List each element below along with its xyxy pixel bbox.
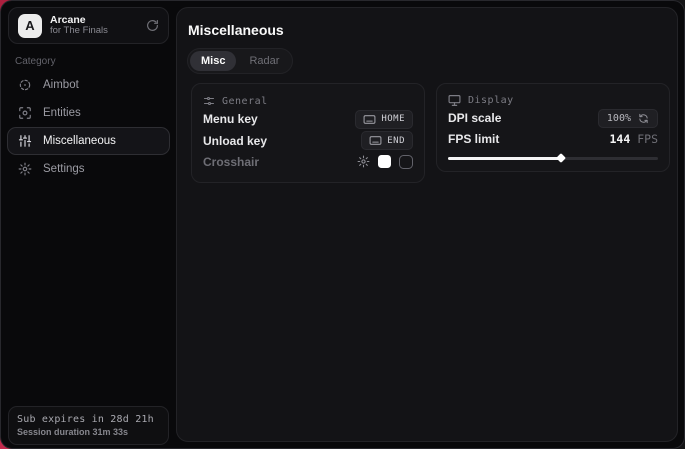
brand-logo: A bbox=[18, 14, 42, 38]
fps-limit-label: FPS limit bbox=[448, 132, 499, 146]
brand-subtitle: for The Finals bbox=[50, 26, 138, 37]
cycle-icon bbox=[638, 113, 649, 124]
unload-key-label: Unload key bbox=[203, 134, 267, 148]
unload-key-row: Unload key END bbox=[203, 130, 413, 150]
sidebar-item-aimbot[interactable]: Aimbot bbox=[7, 71, 170, 99]
general-card: General Menu key HOME Unload key bbox=[191, 83, 425, 183]
sliders-icon bbox=[18, 134, 32, 148]
tab-misc[interactable]: Misc bbox=[190, 51, 236, 71]
sidebar-item-settings[interactable]: Settings bbox=[7, 155, 170, 183]
dpi-scale-row: DPI scale 100% bbox=[448, 109, 658, 128]
fps-limit-row: FPS limit 144 FPS bbox=[448, 129, 658, 148]
entity-scan-icon bbox=[18, 106, 32, 120]
sidebar-item-miscellaneous[interactable]: Miscellaneous bbox=[7, 127, 170, 155]
keyboard-icon bbox=[369, 135, 382, 146]
display-card: Display DPI scale 100% bbox=[436, 83, 670, 172]
unload-key-bind-button[interactable]: END bbox=[361, 131, 413, 150]
sidebar-item-label: Settings bbox=[43, 163, 85, 175]
menu-key-row: Menu key HOME bbox=[203, 109, 413, 129]
main-panel: Miscellaneous Misc Radar General Menu ke… bbox=[176, 7, 678, 442]
category-label: Category bbox=[15, 56, 56, 67]
app-stage: A Arcane for The Finals Category Aimbot bbox=[0, 0, 685, 449]
fps-limit-value: 144 FPS bbox=[610, 132, 659, 146]
app-window: A Arcane for The Finals Category Aimbot bbox=[0, 0, 685, 449]
tab-radar[interactable]: Radar bbox=[238, 51, 290, 71]
fps-limit-slider[interactable] bbox=[448, 153, 658, 161]
sliders-horizontal-icon bbox=[203, 95, 215, 107]
page-title: Miscellaneous bbox=[188, 22, 284, 38]
tab-bar: Misc Radar bbox=[187, 48, 293, 74]
crosshair-label: Crosshair bbox=[203, 155, 259, 169]
crosshair-row: Crosshair bbox=[203, 152, 413, 172]
brand-card: A Arcane for The Finals bbox=[8, 7, 169, 44]
display-card-title: Display bbox=[468, 95, 514, 106]
sidebar-nav: Aimbot Entities bbox=[7, 71, 170, 183]
sub-expiry-text: Sub expires in 28d 21h bbox=[17, 414, 160, 425]
keyboard-icon bbox=[363, 114, 376, 125]
sidebar-item-label: Entities bbox=[43, 107, 81, 119]
slider-thumb[interactable] bbox=[556, 153, 566, 163]
dpi-scale-label: DPI scale bbox=[448, 111, 501, 125]
crosshair-icon bbox=[18, 78, 32, 92]
crosshair-color-swatch[interactable] bbox=[378, 155, 391, 168]
crosshair-settings-gear-icon[interactable] bbox=[357, 155, 370, 168]
sidebar-item-entities[interactable]: Entities bbox=[7, 99, 170, 127]
menu-key-label: Menu key bbox=[203, 112, 258, 126]
session-duration-text: Session duration 31m 33s bbox=[17, 427, 160, 437]
menu-key-bind-button[interactable]: HOME bbox=[355, 110, 413, 129]
general-card-title: General bbox=[222, 96, 268, 107]
gear-icon bbox=[18, 162, 32, 176]
dpi-scale-select[interactable]: 100% bbox=[598, 109, 658, 128]
crosshair-enable-checkbox[interactable] bbox=[399, 155, 413, 169]
sidebar-item-label: Miscellaneous bbox=[43, 135, 116, 147]
slider-fill bbox=[448, 157, 561, 160]
sidebar-item-label: Aimbot bbox=[43, 79, 79, 91]
refresh-icon[interactable] bbox=[146, 19, 159, 32]
subscription-card: Sub expires in 28d 21h Session duration … bbox=[8, 406, 169, 445]
monitor-icon bbox=[448, 94, 461, 107]
